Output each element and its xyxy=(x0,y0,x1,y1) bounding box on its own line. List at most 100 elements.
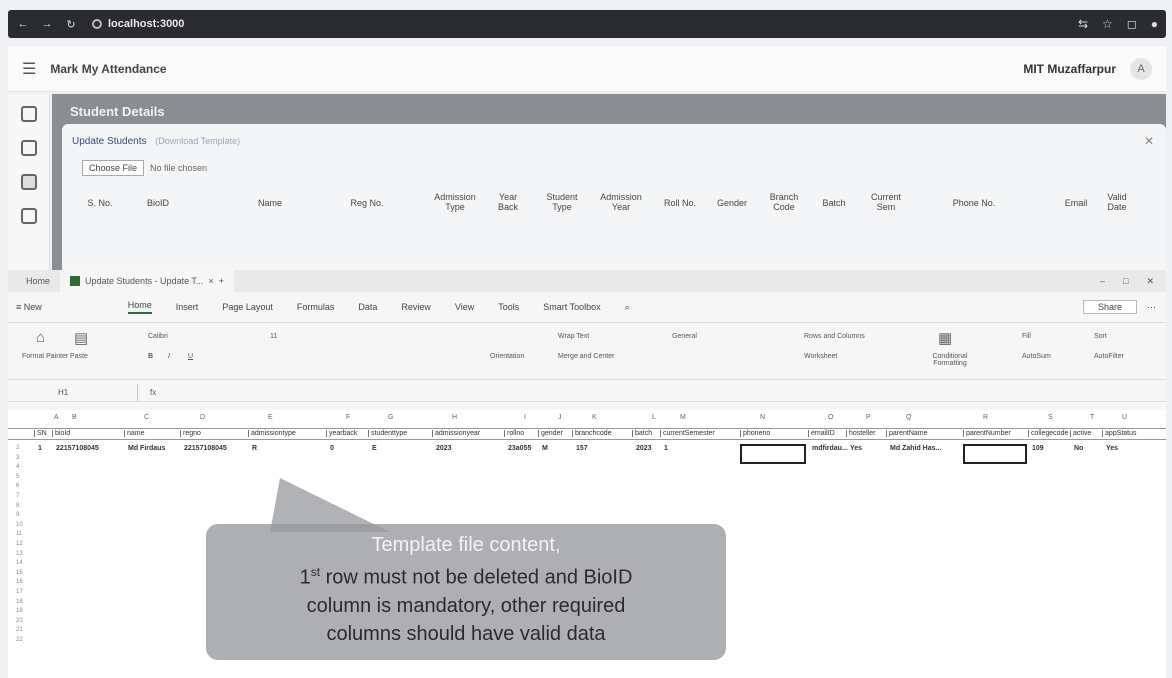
maximize-icon[interactable]: □ xyxy=(1123,276,1128,287)
row-number[interactable]: 6 xyxy=(16,482,23,492)
row-number[interactable]: 4 xyxy=(16,463,23,473)
tab-home[interactable]: Home xyxy=(16,270,60,292)
column-letter[interactable]: Q xyxy=(906,414,911,421)
header-cell[interactable]: phoneno xyxy=(740,430,770,437)
row-number[interactable]: 9 xyxy=(16,511,23,521)
column-letter[interactable]: D xyxy=(200,414,205,421)
menu-insert[interactable]: Insert xyxy=(176,302,199,312)
column-letter[interactable]: F xyxy=(346,414,350,421)
close-icon[interactable]: ✕ xyxy=(1144,134,1154,148)
row-number[interactable]: 8 xyxy=(16,502,23,512)
table-cell[interactable]: 2023 xyxy=(636,445,652,452)
table-cell[interactable]: mdfirdau... xyxy=(812,445,848,452)
row-number[interactable]: 15 xyxy=(16,569,23,579)
row-number[interactable]: 18 xyxy=(16,598,23,608)
conditional-formatting-icon[interactable]: ▦ xyxy=(938,329,952,347)
table-cell[interactable]: 1 xyxy=(38,445,42,452)
row-number[interactable]: 5 xyxy=(16,473,23,483)
header-cell[interactable]: appStatus xyxy=(1102,430,1137,437)
header-cell[interactable]: collegecode xyxy=(1028,430,1068,437)
header-cell[interactable]: currentSemester xyxy=(660,430,715,437)
table-cell[interactable]: 157 xyxy=(576,445,588,452)
orientation-button[interactable]: Orientation xyxy=(490,353,524,360)
bold-icon[interactable]: B xyxy=(148,353,153,360)
share-button[interactable]: Share xyxy=(1082,300,1137,314)
header-cell[interactable]: admissionyear xyxy=(432,430,480,437)
row-number[interactable]: 3 xyxy=(16,454,23,464)
menu-tools[interactable]: Tools xyxy=(498,302,519,312)
column-letter[interactable]: O xyxy=(828,414,833,421)
table-cell[interactable]: 0 xyxy=(330,445,334,452)
extensions-icon[interactable]: ◻ xyxy=(1127,17,1137,31)
translate-icon[interactable]: ⇆ xyxy=(1078,17,1088,31)
header-cell[interactable]: parentName xyxy=(886,430,928,437)
column-letter[interactable]: L xyxy=(652,414,656,421)
window-close-icon[interactable]: ✕ xyxy=(1146,276,1154,287)
row-number[interactable]: 14 xyxy=(16,559,23,569)
column-letter[interactable]: P xyxy=(866,414,871,421)
table-cell[interactable]: 22157108045 xyxy=(56,445,99,452)
column-letter[interactable]: G xyxy=(388,414,393,421)
table-cell[interactable]: R xyxy=(252,445,257,452)
column-letter[interactable]: E xyxy=(268,414,273,421)
column-letter[interactable]: U xyxy=(1122,414,1127,421)
sidebar-id-card-icon[interactable] xyxy=(20,208,37,224)
column-letter[interactable]: N xyxy=(760,414,765,421)
table-cell[interactable]: 109 xyxy=(1032,445,1044,452)
choose-file-button[interactable]: Choose File xyxy=(82,160,145,176)
sidebar-calendar-icon[interactable] xyxy=(20,106,37,122)
table-cell[interactable]: 1 xyxy=(664,445,668,452)
row-number[interactable]: 12 xyxy=(16,540,23,550)
autosum-button[interactable]: AutoSum xyxy=(1022,353,1051,360)
column-letter[interactable]: R xyxy=(983,414,988,421)
new-menu-button[interactable]: ≡ New xyxy=(16,302,42,312)
autofilter-button[interactable]: AutoFilter xyxy=(1094,353,1124,360)
table-cell[interactable]: Yes xyxy=(850,445,862,452)
font-select[interactable]: Calibri xyxy=(148,333,168,340)
table-cell[interactable]: 2023 xyxy=(436,445,452,452)
column-letter[interactable]: C xyxy=(144,414,149,421)
tab-update-students[interactable]: Update Students - Update T... × + xyxy=(60,270,234,292)
row-number[interactable]: 16 xyxy=(16,578,23,588)
profile-icon[interactable]: ● xyxy=(1151,17,1158,31)
hamburger-menu-icon[interactable]: ☰ xyxy=(22,59,36,79)
forward-icon[interactable]: → xyxy=(40,18,54,31)
column-letter[interactable]: J xyxy=(558,414,562,421)
header-cell[interactable]: gender xyxy=(538,430,563,437)
menu-page-layout[interactable]: Page Layout xyxy=(222,302,273,312)
format-painter-icon[interactable]: ⌂ xyxy=(36,329,45,346)
reload-icon[interactable]: ↻ xyxy=(64,18,78,31)
column-letter[interactable]: B xyxy=(72,414,77,421)
download-template-link[interactable]: (Download Template) xyxy=(155,136,240,146)
menu-review[interactable]: Review xyxy=(401,302,431,312)
header-cell[interactable]: yearback xyxy=(326,430,357,437)
menu-formulas[interactable]: Formulas xyxy=(297,302,335,312)
header-cell[interactable]: studenttype xyxy=(368,430,407,437)
header-cell[interactable]: parentNumber xyxy=(963,430,1011,437)
sidebar-students-icon[interactable] xyxy=(20,174,37,190)
column-letter[interactable]: T xyxy=(1090,414,1094,421)
search-icon[interactable]: ⌕ xyxy=(625,302,630,313)
merge-center-button[interactable]: Merge and Center xyxy=(558,353,614,360)
column-letter[interactable]: I xyxy=(524,414,526,421)
table-cell[interactable]: E xyxy=(372,445,377,452)
header-cell[interactable]: SN xyxy=(34,430,47,437)
header-cell[interactable]: branchcode xyxy=(572,430,612,437)
sidebar-upload-icon[interactable] xyxy=(20,140,37,156)
row-number[interactable]: 21 xyxy=(16,626,23,636)
underline-icon[interactable]: U xyxy=(188,353,193,360)
wrap-text-button[interactable]: Wrap Text xyxy=(558,333,589,340)
row-number[interactable]: 10 xyxy=(16,521,23,531)
row-number[interactable]: 17 xyxy=(16,588,23,598)
header-cell[interactable]: admissiontype xyxy=(248,430,296,437)
address-bar[interactable]: localhost:3000 xyxy=(92,18,184,30)
worksheet-button[interactable]: Worksheet xyxy=(804,353,837,360)
close-tab-icon[interactable]: × xyxy=(208,276,213,286)
row-number[interactable]: 2 xyxy=(16,444,23,454)
minimize-icon[interactable]: – xyxy=(1100,276,1105,287)
table-cell[interactable]: 22157108045 xyxy=(184,445,227,452)
table-cell[interactable]: Yes xyxy=(1106,445,1118,452)
row-number[interactable]: 19 xyxy=(16,607,23,617)
menu-home[interactable]: Home xyxy=(127,300,152,314)
row-number[interactable]: 7 xyxy=(16,492,23,502)
